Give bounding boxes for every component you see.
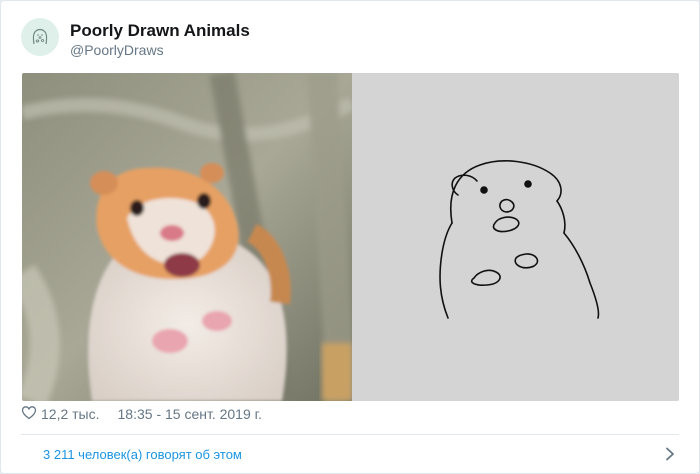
- like-count[interactable]: 12,2 тыс.: [41, 406, 100, 422]
- heart-icon[interactable]: [21, 405, 37, 423]
- hamster-doodle-icon: [32, 28, 48, 45]
- tweet-media[interactable]: [22, 73, 679, 401]
- scared-hamster-photo[interactable]: [22, 73, 357, 401]
- tweet-header: Poorly Drawn Animals @PoorlyDraws: [21, 18, 661, 62]
- footer-divider: [21, 434, 679, 435]
- account-name[interactable]: Poorly Drawn Animals: [70, 21, 250, 41]
- people-talking-link[interactable]: 3 211 человек(а) говорят об этом: [21, 447, 242, 462]
- tweet-timestamp[interactable]: 18:35 - 15 сент. 2019 г.: [118, 406, 262, 422]
- tweet-meta: 12,2 тыс. 18:35 - 15 сент. 2019 г.: [21, 405, 262, 423]
- tweet-footer[interactable]: 3 211 человек(а) говорят об этом: [21, 437, 679, 471]
- hamster-line-drawing[interactable]: [352, 73, 679, 401]
- account-handle[interactable]: @PoorlyDraws: [70, 42, 164, 58]
- tweet-card: Poorly Drawn Animals @PoorlyDraws 12,2 т…: [0, 0, 700, 474]
- chevron-right-icon[interactable]: [661, 445, 679, 463]
- account-avatar[interactable]: [21, 18, 59, 56]
